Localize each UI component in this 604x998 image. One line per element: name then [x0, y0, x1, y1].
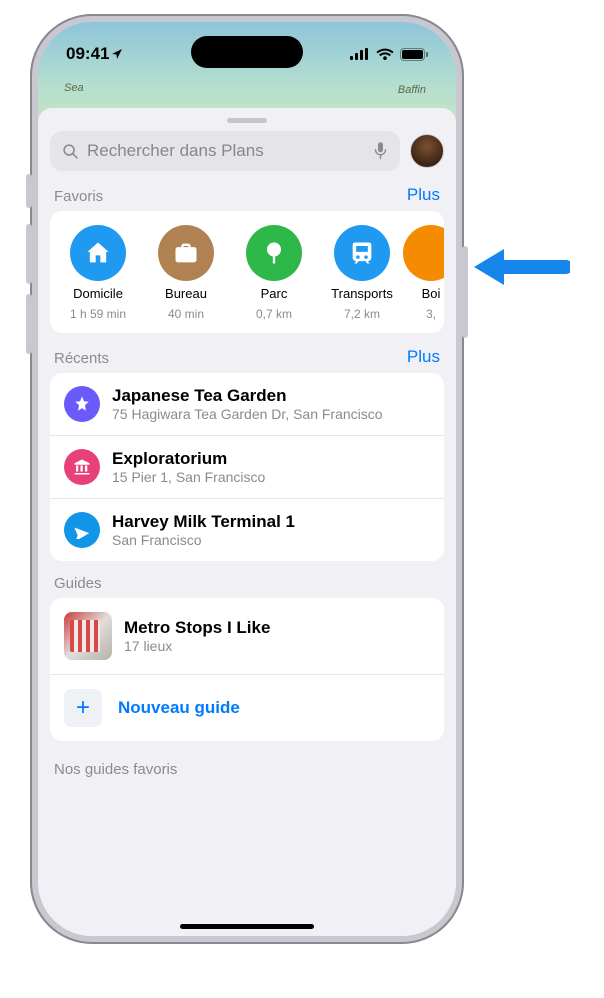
recents-header: Récents Plus: [50, 333, 444, 373]
wifi-icon: [376, 48, 394, 60]
tree-icon: [246, 225, 302, 281]
star-icon: [64, 386, 100, 422]
plane-icon: [64, 512, 100, 548]
profile-avatar[interactable]: [410, 134, 444, 168]
recent-subtitle: San Francisco: [112, 532, 295, 548]
favorite-domicile[interactable]: Domicile 1 h 59 min: [54, 225, 142, 321]
favorite-sub: 3,: [426, 307, 436, 321]
guide-item[interactable]: Metro Stops I Like 17 lieux: [50, 598, 444, 675]
search-placeholder: Rechercher dans Plans: [87, 141, 365, 161]
search-input[interactable]: Rechercher dans Plans: [50, 131, 400, 171]
recent-text: Harvey Milk Terminal 1 San Francisco: [112, 512, 295, 548]
recent-title: Exploratorium: [112, 449, 265, 469]
favorite-sub: 0,7 km: [256, 307, 292, 321]
favorite-parc[interactable]: Parc 0,7 km: [230, 225, 318, 321]
cellular-icon: [350, 48, 370, 60]
recent-item[interactable]: Exploratorium 15 Pier 1, San Francisco: [50, 436, 444, 499]
favorite-extra[interactable]: Boi 3,: [406, 225, 444, 321]
home-icon: [70, 225, 126, 281]
power-button: [462, 246, 468, 338]
recent-item[interactable]: Harvey Milk Terminal 1 San Francisco: [50, 499, 444, 561]
recent-title: Japanese Tea Garden: [112, 386, 383, 406]
guides-card: Metro Stops I Like 17 lieux + Nouveau gu…: [50, 598, 444, 741]
map-label-baffin: Baffin: [398, 84, 426, 96]
briefcase-icon: [158, 225, 214, 281]
recents-list: Japanese Tea Garden 75 Hagiwara Tea Gard…: [50, 373, 444, 561]
recent-item[interactable]: Japanese Tea Garden 75 Hagiwara Tea Gard…: [50, 373, 444, 436]
recents-more-link[interactable]: Plus: [407, 347, 440, 367]
search-icon: [62, 143, 79, 160]
guide-text: Metro Stops I Like 17 lieux: [124, 618, 270, 654]
volume-up-button: [26, 224, 32, 284]
status-time: 09:41: [66, 44, 123, 64]
dynamic-island: [191, 36, 303, 68]
recent-subtitle: 15 Pier 1, San Francisco: [112, 469, 265, 485]
favorite-sub: 7,2 km: [344, 307, 380, 321]
recent-text: Japanese Tea Garden 75 Hagiwara Tea Gard…: [112, 386, 383, 422]
recents-title: Récents: [54, 350, 109, 367]
silent-switch: [26, 174, 32, 208]
favorite-sub: 1 h 59 min: [70, 307, 126, 321]
favorites-scroll[interactable]: Domicile 1 h 59 min Bureau 40 min Parc 0…: [50, 211, 444, 333]
favorites-title: Favoris: [54, 188, 103, 205]
favorite-bureau[interactable]: Bureau 40 min: [142, 225, 230, 321]
favorite-label: Boi: [422, 287, 441, 301]
guide-title: Metro Stops I Like: [124, 618, 270, 638]
favorite-label: Domicile: [73, 287, 123, 301]
favorite-label: Parc: [261, 287, 288, 301]
favorite-label: Transports: [331, 287, 393, 301]
home-indicator[interactable]: [180, 924, 314, 929]
plus-icon: +: [64, 689, 102, 727]
favorites-more-link[interactable]: Plus: [407, 185, 440, 205]
volume-down-button: [26, 294, 32, 354]
battery-icon: [400, 48, 428, 61]
favorite-transports[interactable]: Transports 7,2 km: [318, 225, 406, 321]
new-guide-label: Nouveau guide: [118, 698, 240, 718]
recent-subtitle: 75 Hagiwara Tea Garden Dr, San Francisco: [112, 406, 383, 422]
train-icon: [334, 225, 390, 281]
map-label-sea: Sea: [64, 82, 84, 94]
callout-arrow-icon: [470, 243, 570, 291]
location-services-icon: [111, 48, 123, 60]
favorites-header: Favoris Plus: [50, 171, 444, 211]
status-icons: [350, 48, 428, 61]
guide-subtitle: 17 lieux: [124, 638, 270, 654]
recent-text: Exploratorium 15 Pier 1, San Francisco: [112, 449, 265, 485]
recent-title: Harvey Milk Terminal 1: [112, 512, 295, 532]
favorite-label: Bureau: [165, 287, 207, 301]
dot-icon: [403, 225, 444, 281]
phone-screen: Sea Baffin 09:41: [38, 22, 456, 936]
guides-title: Guides: [54, 575, 102, 592]
mic-icon[interactable]: [373, 141, 388, 161]
footer-section-label: Nos guides favoris: [50, 741, 444, 778]
new-guide-button[interactable]: + Nouveau guide: [50, 675, 444, 741]
guides-header: Guides: [50, 561, 444, 598]
guide-thumbnail: [64, 612, 112, 660]
clock-text: 09:41: [66, 44, 109, 64]
museum-icon: [64, 449, 100, 485]
favorite-sub: 40 min: [168, 307, 204, 321]
phone-frame: Sea Baffin 09:41: [30, 14, 464, 944]
sheet-grabber[interactable]: [227, 118, 267, 123]
search-sheet[interactable]: Rechercher dans Plans Favoris Plus Domic…: [38, 108, 456, 936]
